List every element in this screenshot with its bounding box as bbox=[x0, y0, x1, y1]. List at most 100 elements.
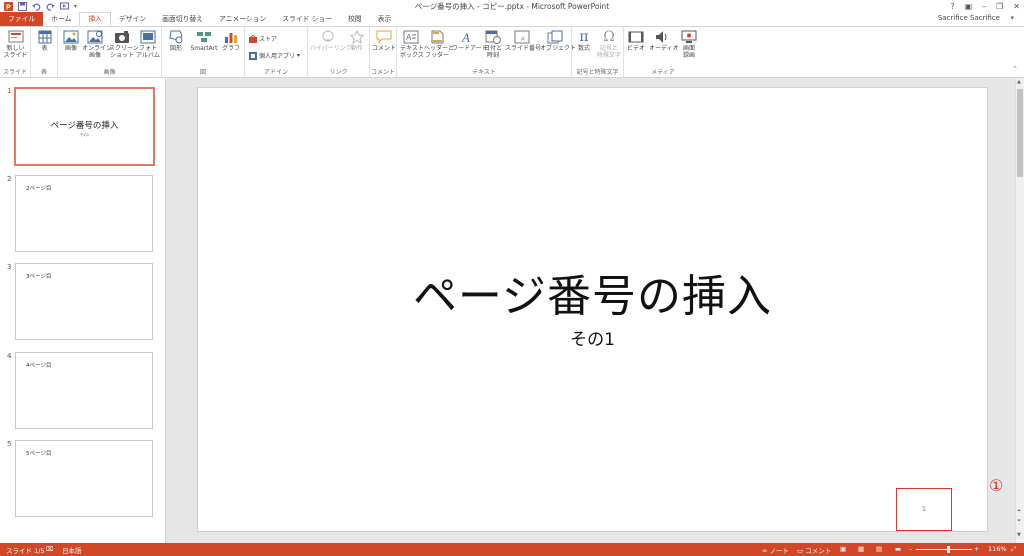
scrollbar-thumb[interactable] bbox=[1017, 89, 1023, 177]
my-apps-chevron-icon: ▾ bbox=[297, 52, 301, 59]
help-icon[interactable]: ? bbox=[950, 2, 954, 11]
group-label-table: 表 bbox=[40, 69, 47, 76]
symbol-button[interactable]: Ω 記号と 特殊文字 bbox=[596, 30, 622, 59]
thumbnail-number: 2 bbox=[7, 175, 12, 183]
photo-album-button[interactable]: フォト アルバム bbox=[136, 30, 160, 59]
photo-album-label-2: アルバム bbox=[136, 52, 160, 59]
shapes-button[interactable]: 図形 bbox=[166, 30, 186, 52]
spelling-check-icon[interactable]: ⌧ bbox=[46, 545, 54, 553]
notes-button[interactable]: ≐ ノート bbox=[762, 545, 789, 555]
fit-slide-icon[interactable]: ⤢ bbox=[1011, 545, 1016, 554]
screen-recording-label-2: 録画 bbox=[682, 52, 695, 59]
vertical-scrollbar[interactable]: ▲ ⏶ ⏷ ▼ bbox=[1015, 78, 1024, 543]
group-symbols: π 数式 Ω 記号と 特殊文字 記号と特殊文字 bbox=[572, 27, 624, 77]
minimize-icon[interactable]: – bbox=[982, 2, 986, 11]
equation-button[interactable]: π 数式 bbox=[575, 30, 593, 52]
group-images: 画像 オンライン 画像 スクリーン ショット フォト アルバム 画像 bbox=[58, 27, 162, 77]
slide-thumbnail-4[interactable]: 4ページ目 · bbox=[15, 352, 153, 429]
zoom-slider[interactable] bbox=[916, 549, 972, 550]
slide-thumbnail-3[interactable]: 3ページ目 · bbox=[15, 263, 153, 340]
pi-icon: π bbox=[579, 29, 589, 45]
next-slide-icon[interactable]: ⏷ bbox=[1017, 518, 1021, 524]
image-button[interactable]: 画像 bbox=[61, 30, 81, 52]
slide-editing-area[interactable]: ページ番号の挿入 その1 1 ① bbox=[166, 78, 1015, 543]
slide-page-number[interactable]: 1 bbox=[897, 505, 951, 513]
group-table: 表 表 bbox=[31, 27, 58, 77]
ribbon-display-options-icon[interactable]: ▣ bbox=[965, 2, 973, 11]
omega-icon: Ω bbox=[603, 29, 615, 45]
slide-canvas[interactable]: ページ番号の挿入 その1 1 ① bbox=[197, 87, 1003, 532]
slide-sorter-view-icon[interactable]: ▦ bbox=[858, 545, 864, 553]
wordart-button[interactable]: A ワードアート bbox=[452, 30, 488, 52]
notes-icon: ≐ bbox=[762, 547, 768, 555]
online-image-button[interactable]: オンライン 画像 bbox=[82, 30, 112, 59]
comment-icon bbox=[376, 30, 391, 44]
video-icon bbox=[628, 31, 644, 43]
collapse-ribbon-icon[interactable]: ⌃ bbox=[1012, 65, 1018, 73]
screenshot-label-2: ショット bbox=[109, 52, 134, 59]
textbox-button[interactable]: A テキスト ボックス bbox=[400, 30, 424, 59]
audio-button[interactable]: オーディオ bbox=[649, 30, 679, 52]
account-chevron-icon[interactable]: ▾ bbox=[1010, 14, 1014, 22]
slide-thumbnail-2[interactable]: 2ページ目 · bbox=[15, 175, 153, 252]
hyperlink-button[interactable]: ハイパーリンク bbox=[310, 30, 352, 52]
slide-thumbnail-pane[interactable]: 1 ページ番号の挿入 その1 2 2ページ目 · 3 3ページ目 · 4 4ペー… bbox=[0, 78, 166, 543]
date-time-label-1: 日付と bbox=[483, 45, 502, 52]
table-label: 表 bbox=[41, 45, 48, 52]
tab-review[interactable]: 校閲 bbox=[340, 12, 370, 26]
thumbnail-page-mark: · bbox=[143, 330, 144, 334]
tab-file[interactable]: ファイル bbox=[0, 12, 44, 26]
my-apps-label: 個人用アプリ bbox=[259, 53, 296, 60]
video-button[interactable]: ビデオ bbox=[627, 30, 645, 52]
wordart-label: ワードアート bbox=[452, 45, 488, 52]
restore-icon[interactable]: ❐ bbox=[996, 2, 1003, 11]
header-footer-button[interactable]: ヘッダーと フッター bbox=[424, 30, 454, 59]
screenshot-button[interactable]: スクリーン ショット bbox=[109, 30, 139, 59]
slide-number-button[interactable]: # スライド番号 bbox=[505, 30, 541, 52]
date-time-label-2: 時刻 bbox=[486, 52, 499, 59]
language-indicator[interactable]: 日本語 bbox=[62, 545, 82, 555]
object-button[interactable]: オブジェクト bbox=[540, 30, 576, 52]
previous-slide-icon[interactable]: ⏶ bbox=[1017, 508, 1021, 514]
slide-thumbnail-5[interactable]: 5ページ目 · bbox=[15, 440, 153, 517]
slide-thumbnail-1[interactable]: ページ番号の挿入 その1 bbox=[14, 87, 155, 166]
user-account-name[interactable]: Sacrifice Sacrifice bbox=[938, 14, 1000, 22]
tab-transitions[interactable]: 画面切り替え bbox=[154, 12, 211, 26]
scroll-up-arrow-icon[interactable]: ▲ bbox=[1017, 79, 1021, 85]
scroll-down-arrow-icon[interactable]: ▼ bbox=[1017, 532, 1021, 538]
slide-subtitle[interactable]: その1 bbox=[198, 325, 987, 350]
chart-button[interactable]: グラフ bbox=[221, 30, 241, 52]
header-footer-label-2: フッター bbox=[424, 52, 449, 59]
table-button[interactable]: 表 bbox=[35, 30, 54, 52]
ribbon-insert: 新しい スライド スライド 表 表 画像 オンライン 画像 スクリーン ショット bbox=[0, 26, 1024, 78]
zoom-in-icon[interactable]: + bbox=[974, 545, 979, 553]
my-apps-button[interactable]: 個人用アプリ ▾ bbox=[249, 51, 300, 60]
group-label-media: メディア bbox=[651, 69, 675, 76]
comment-button[interactable]: コメント bbox=[372, 30, 396, 52]
date-time-button[interactable]: 日付と 時刻 bbox=[483, 30, 503, 59]
store-button[interactable]: ストア bbox=[249, 34, 277, 43]
action-button[interactable]: 動作 bbox=[348, 30, 366, 52]
tab-home[interactable]: ホーム bbox=[43, 12, 79, 26]
tab-animations[interactable]: アニメーション bbox=[211, 12, 274, 26]
tab-slide-show[interactable]: スライド ショー bbox=[274, 12, 340, 26]
zoom-slider-knob[interactable] bbox=[947, 546, 950, 553]
tab-design[interactable]: デザイン bbox=[111, 12, 154, 26]
slide-show-view-icon[interactable]: ▬ bbox=[895, 545, 901, 553]
new-slide-button[interactable]: 新しい スライド bbox=[2, 30, 29, 59]
comments-button[interactable]: ▭ コメント bbox=[797, 545, 831, 555]
zoom-level[interactable]: 116% bbox=[988, 545, 1007, 553]
slide-title[interactable]: ページ番号の挿入 bbox=[198, 260, 987, 324]
hyperlink-icon bbox=[322, 30, 334, 42]
tab-insert[interactable]: 挿入 bbox=[79, 12, 111, 26]
zoom-out-icon[interactable]: – bbox=[909, 545, 912, 553]
smartart-button[interactable]: SmartArt bbox=[189, 30, 219, 52]
tab-view[interactable]: 表示 bbox=[370, 12, 400, 26]
close-icon[interactable]: ✕ bbox=[1013, 2, 1020, 11]
ribbon-tab-row: ファイル ホーム 挿入 デザイン 画面切り替え アニメーション スライド ショー… bbox=[0, 12, 1024, 26]
comments-label: コメント bbox=[805, 547, 832, 555]
reading-view-icon[interactable]: ▤ bbox=[876, 545, 882, 553]
screen-recording-button[interactable]: 画面 録画 bbox=[679, 30, 699, 59]
group-slides: 新しい スライド スライド bbox=[0, 27, 31, 77]
normal-view-icon[interactable]: ▣ bbox=[840, 545, 846, 553]
